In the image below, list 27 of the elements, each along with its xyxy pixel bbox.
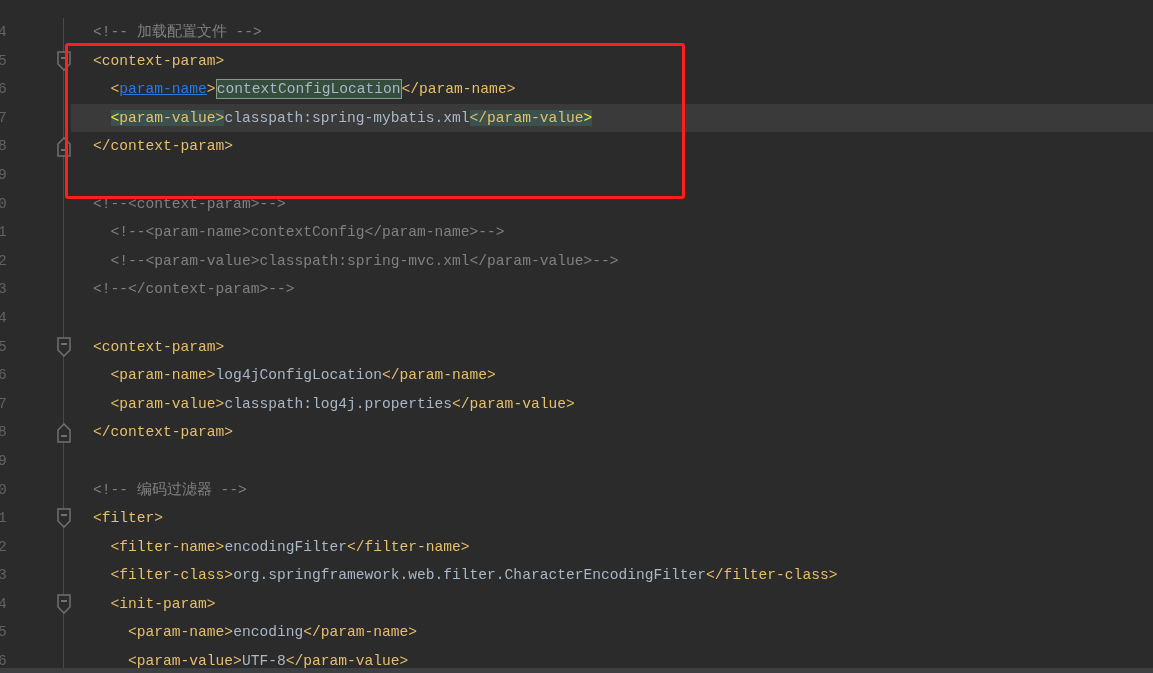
code-line: <context-param> [93,338,225,355]
code-line: <param-value>classpath:spring-mybatis.xml</param-value> [109,109,593,126]
code-line: <filter-name>encodingFilter</filter-name> [109,538,470,555]
code-line: <!-- 加载配置文件 --> [93,24,262,40]
fold-icon[interactable] [57,508,71,529]
code-line: <param-name>contextConfigLocation</param-name> [109,79,516,100]
fold-icon[interactable] [57,336,71,357]
code-line: </context-param> [93,138,234,155]
code-line: <!-- 编码过滤器 --> [93,481,247,498]
line-number: 7 [0,109,7,126]
code-line: <!--<param-name>contextConfig</param-name>--> [109,224,505,241]
code-line: <param-name>encoding</param-name> [127,624,418,641]
code-line: <!--<param-value>classpath:spring-mvc.xml</param-value>--> [109,252,619,269]
code-line: <param-value>classpath:log4j.properties</param-value> [109,395,575,412]
code-line: <param-name>log4jConfigLocation</param-name> [109,367,496,384]
code-line: <param-value>UTF-8</param-value> [127,653,409,668]
code-line: <filter> [93,510,164,527]
tag-link[interactable]: param-name [119,81,207,98]
code-line: <context-param> [93,52,225,69]
code-line: <filter-class>org.springframework.web.filter.CharacterEncodingFilter</filter-class> [109,567,838,584]
code-line: </context-param> [93,424,234,441]
code-line: <!--<context-param>--> [93,195,286,212]
line-number: 7 [0,395,7,412]
code-line: <init-param> [109,595,216,612]
code-line: <!--</context-param>--> [93,281,295,298]
fold-icon[interactable] [57,594,71,615]
fold-icon[interactable] [57,422,71,443]
